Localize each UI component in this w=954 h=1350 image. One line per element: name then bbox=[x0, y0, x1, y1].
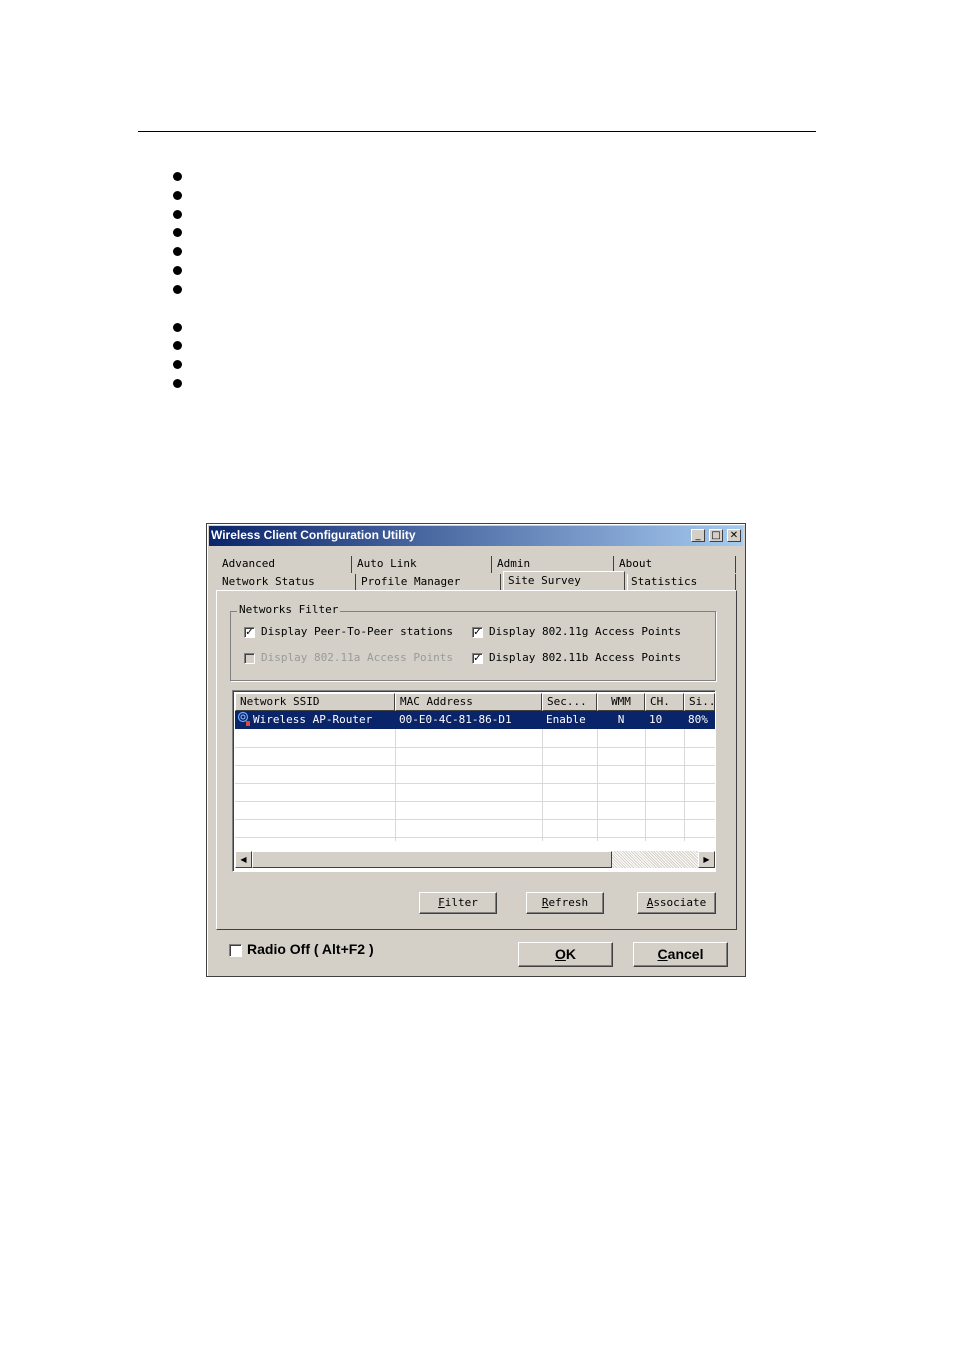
row-divider bbox=[235, 747, 715, 748]
ap-11a-checkbox bbox=[244, 653, 255, 664]
row-divider bbox=[235, 783, 715, 784]
ap-11b-checkbox[interactable]: ✓ bbox=[472, 653, 483, 664]
mac-cell: 00-E0-4C-81-86-D1 bbox=[399, 713, 512, 726]
tab-profile-manager[interactable]: Profile Manager bbox=[358, 574, 501, 591]
ssid-text: Wireless AP-Router bbox=[253, 713, 373, 726]
refresh-button[interactable]: Refresh bbox=[526, 892, 604, 914]
scroll-thumb[interactable] bbox=[252, 851, 612, 868]
bullet bbox=[173, 228, 182, 237]
peer-to-peer-label: Display Peer-To-Peer stations bbox=[261, 625, 454, 638]
scroll-left-icon[interactable]: ◀ bbox=[235, 851, 252, 868]
bullet bbox=[173, 172, 182, 181]
filter-label: ilter bbox=[444, 896, 478, 909]
config-utility-window: Wireless Client Configuration Utility _ … bbox=[206, 523, 746, 977]
column-divider bbox=[684, 711, 685, 841]
ok-label: K bbox=[565, 946, 576, 962]
horizontal-scrollbar[interactable]: ◀ ▶ bbox=[235, 851, 715, 868]
networks-filter-group bbox=[230, 611, 716, 681]
minimize-button[interactable]: _ bbox=[691, 529, 705, 542]
cancel-button[interactable]: Cancel bbox=[633, 942, 728, 967]
filter-button[interactable]: Filter bbox=[419, 892, 497, 914]
row-divider bbox=[235, 801, 715, 802]
ap-11g-label: Display 802.11g Access Points bbox=[489, 625, 682, 638]
column-header-ssid[interactable]: Network SSID bbox=[235, 693, 395, 711]
column-header-signal[interactable]: Si... bbox=[684, 693, 715, 711]
column-header-security[interactable]: Sec... bbox=[542, 693, 597, 711]
ap-11a-label: Display 802.11a Access Points bbox=[261, 651, 454, 664]
ok-mnemonic: O bbox=[554, 946, 566, 962]
peer-to-peer-checkbox[interactable]: ✓ bbox=[244, 627, 255, 638]
refresh-label: efresh bbox=[548, 896, 589, 909]
signal-cell: 80% bbox=[688, 713, 708, 726]
close-button[interactable]: ✕ bbox=[727, 529, 741, 542]
associate-button[interactable]: Associate bbox=[637, 892, 716, 914]
wmm-cell: N bbox=[617, 713, 625, 726]
row-divider bbox=[235, 837, 715, 838]
tab-about[interactable]: About bbox=[616, 556, 736, 573]
ap-11g-checkbox[interactable]: ✓ bbox=[472, 627, 483, 638]
tab-advanced[interactable]: Advanced bbox=[219, 556, 352, 573]
bullet bbox=[173, 379, 182, 388]
header-rule bbox=[138, 131, 816, 132]
network-list[interactable]: Network SSID MAC Address Sec... WMM CH. … bbox=[232, 690, 716, 872]
ap-11b-label: Display 802.11b Access Points bbox=[489, 651, 682, 664]
tab-network-status[interactable]: Network Status bbox=[219, 574, 356, 591]
bullet bbox=[173, 341, 182, 350]
cancel-mnemonic: C bbox=[657, 946, 668, 962]
column-divider bbox=[597, 711, 598, 841]
column-divider bbox=[645, 711, 646, 841]
wireless-ap-icon bbox=[237, 711, 253, 729]
radio-off-label: Radio Off ( Alt+F2 ) bbox=[247, 941, 374, 957]
table-row[interactable]: Wireless AP-Router 00-E0-4C-81-86-D1 Ena… bbox=[235, 711, 715, 729]
tab-site-survey[interactable]: Site Survey bbox=[503, 571, 625, 591]
radio-off-checkbox[interactable] bbox=[229, 944, 242, 957]
bullet bbox=[173, 323, 182, 332]
cancel-label: ancel bbox=[667, 946, 704, 962]
maximize-button[interactable]: □ bbox=[709, 529, 723, 542]
scroll-track[interactable] bbox=[612, 851, 698, 868]
column-header-wmm[interactable]: WMM bbox=[597, 693, 645, 711]
filter-mnemonic: F bbox=[438, 896, 445, 909]
bullet bbox=[173, 191, 182, 200]
tab-auto-link[interactable]: Auto Link bbox=[354, 556, 492, 573]
column-header-channel[interactable]: CH. bbox=[645, 693, 684, 711]
bullet bbox=[173, 266, 182, 275]
ok-button[interactable]: OK bbox=[518, 942, 613, 967]
column-header-mac[interactable]: MAC Address bbox=[395, 693, 542, 711]
associate-label: ssociate bbox=[653, 896, 707, 909]
scroll-right-icon[interactable]: ▶ bbox=[698, 851, 715, 868]
ssid-cell: Wireless AP-Router bbox=[235, 711, 395, 729]
bullet bbox=[173, 285, 182, 294]
title-bar[interactable]: Wireless Client Configuration Utility _ … bbox=[209, 526, 743, 546]
window-title: Wireless Client Configuration Utility bbox=[211, 528, 416, 542]
channel-cell: 10 bbox=[649, 713, 663, 726]
row-divider bbox=[235, 819, 715, 820]
bullet bbox=[173, 210, 182, 219]
row-divider bbox=[235, 765, 715, 766]
networks-filter-label: Networks Filter bbox=[237, 603, 341, 616]
column-divider bbox=[542, 711, 543, 841]
bullet bbox=[173, 360, 182, 369]
column-divider bbox=[395, 711, 396, 841]
bullet bbox=[173, 247, 182, 256]
tab-statistics[interactable]: Statistics bbox=[627, 574, 736, 591]
security-cell: Enable bbox=[546, 713, 586, 726]
